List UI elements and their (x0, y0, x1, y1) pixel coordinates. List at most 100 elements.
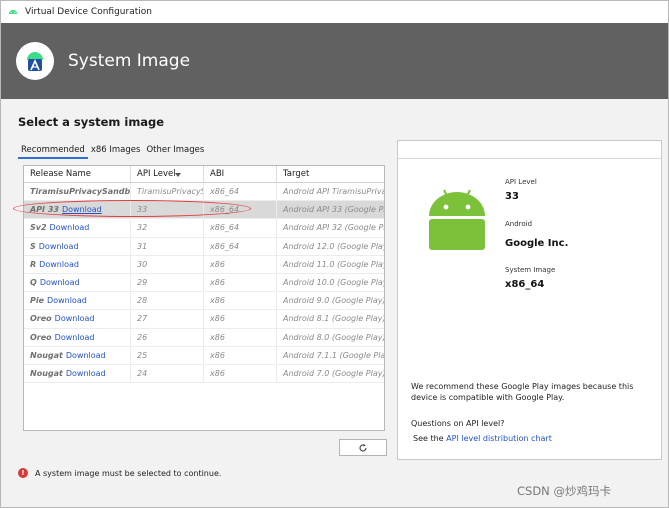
target-cell: Android 12.0 (Google Play) (283, 241, 384, 251)
table-row[interactable]: R Download 30 x86 Android 11.0 (Google Play) (24, 255, 384, 274)
api-level-cell: 30 (131, 255, 204, 273)
error-icon: ! (18, 468, 28, 478)
target-cell: Android 8.1 (Google Play) (283, 314, 384, 324)
table-header: Release Name API Level ABI Target (24, 166, 384, 183)
column-api-level[interactable]: API Level (131, 166, 204, 182)
target-cell: Android 9.0 (Google Play) (283, 296, 384, 306)
column-target[interactable]: Target (277, 166, 384, 182)
api-level-cell: 27 (131, 310, 204, 328)
detail-divider (398, 158, 661, 159)
release-name: API 33 (30, 205, 59, 215)
target-cell: Android 10.0 (Google Play) (283, 277, 384, 287)
api-level-cell: 25 (131, 346, 204, 364)
abi-cell: x86 (204, 346, 277, 364)
api-chart-line: See the API level distribution chart (413, 434, 552, 443)
release-name-cell: TiramisuPrivacySandbox (24, 183, 131, 201)
table-row[interactable]: Q Download 29 x86 Android 10.0 (Google Play) (24, 273, 384, 293)
page-heading: Select a system image (18, 115, 165, 129)
abi-cell: x86 (204, 364, 277, 383)
download-link[interactable]: Download (40, 278, 80, 287)
android-label: Android (505, 220, 533, 228)
column-release-name[interactable]: Release Name (24, 166, 131, 182)
release-name-cell: Oreo Download (24, 310, 131, 328)
image-tabs: Recommended x86 Images Other Images (18, 143, 207, 159)
release-name: Pie (30, 296, 45, 306)
table-row[interactable]: Oreo Download 26 x86 Android 8.0 (Google Pla… (24, 328, 384, 347)
download-link[interactable]: Download (39, 242, 79, 251)
release-name: Nougat (30, 368, 63, 378)
target-cell: Android API 32 (Google Play) (283, 223, 384, 233)
api-level-value: 33 (505, 191, 519, 202)
release-name: Q (30, 277, 37, 287)
download-link[interactable]: Download (55, 314, 95, 323)
release-name: Nougat (30, 350, 63, 360)
release-name-cell: Pie Download (24, 292, 131, 310)
android-studio-logo-icon (16, 42, 54, 80)
system-image-value: x86_64 (505, 279, 545, 290)
banner-title: System Image (68, 51, 191, 71)
android-studio-icon (9, 10, 17, 14)
image-detail-panel: API Level 33 Android Google Inc. System … (397, 140, 662, 460)
table-body: TiramisuPrivacySandbox TiramisuPrivacySa x… (24, 183, 384, 384)
column-api-level-label: API Level (137, 169, 176, 179)
column-abi[interactable]: ABI (204, 166, 277, 182)
target-cell: Android 7.1.1 (Google Play) (283, 350, 384, 360)
release-name: Oreo (30, 314, 52, 324)
download-link[interactable]: Download (66, 351, 106, 360)
table-row[interactable]: Pie Download 28 x86 Android 9.0 (Google Play… (24, 292, 384, 311)
abi-cell: x86_64 (204, 183, 277, 201)
target-cell: Android API 33 (Google Play) (283, 205, 384, 215)
see-the-text: See the (413, 434, 444, 443)
release-name: S (30, 241, 36, 251)
api-level-cell: 32 (131, 219, 204, 237)
api-level-cell: 29 (131, 273, 204, 292)
release-name-cell: R Download (24, 255, 131, 273)
release-name-cell: Q Download (24, 273, 131, 292)
abi-cell: x86_64 (204, 237, 277, 255)
table-row[interactable]: Sv2 Download 32 x86_64 Android API 32 (Googl… (24, 219, 384, 238)
release-name-cell: S Download (24, 237, 131, 255)
table-row[interactable]: Oreo Download 27 x86 Android 8.1 (Google Pla… (24, 310, 384, 329)
download-link[interactable]: Download (66, 369, 106, 378)
download-link[interactable]: Download (62, 205, 102, 214)
api-level-cell: 33 (131, 201, 204, 219)
system-image-label: System Image (505, 266, 556, 274)
api-level-distribution-link[interactable]: API level distribution chart (446, 434, 552, 443)
error-text: A system image must be selected to conti… (35, 468, 222, 478)
csdn-watermark: CSDN @炒鸡玛卡 (517, 484, 611, 498)
download-link[interactable]: Download (39, 260, 79, 269)
api-level-cell: 26 (131, 328, 204, 346)
table-row[interactable]: S Download 31 x86_64 Android 12.0 (Google Pl… (24, 237, 384, 256)
api-level-cell: 31 (131, 237, 204, 255)
tab-recommended[interactable]: Recommended (18, 143, 88, 159)
release-name: Oreo (30, 332, 52, 342)
refresh-button[interactable] (339, 439, 387, 456)
api-level-cell: TiramisuPrivacySa (131, 183, 204, 201)
release-name: Sv2 (30, 223, 47, 233)
table-row[interactable]: API 33 Download 33 x86_64 Android API 33 (Go… (24, 201, 384, 220)
release-name-cell: Sv2 Download (24, 219, 131, 237)
abi-cell: x86_64 (204, 219, 277, 237)
table-row[interactable]: Nougat Download 24 x86 Android 7.0 (Google P… (24, 364, 384, 384)
abi-cell: x86 (204, 310, 277, 328)
release-name-cell: Nougat Download (24, 346, 131, 364)
api-level-cell: 24 (131, 364, 204, 383)
download-link[interactable]: Download (47, 296, 87, 305)
tab-x86-images[interactable]: x86 Images (88, 143, 144, 159)
release-name: R (30, 259, 37, 269)
target-cell: Android 8.0 (Google Play) (283, 332, 384, 342)
download-link[interactable]: Download (55, 333, 95, 342)
error-message: ! A system image must be selected to con… (18, 468, 221, 478)
abi-cell: x86 (204, 328, 277, 346)
api-level-label: API Level (505, 178, 537, 186)
system-image-table: Release Name API Level ABI Target Tirami… (23, 165, 385, 431)
download-link[interactable]: Download (50, 223, 90, 232)
banner: System Image (1, 23, 668, 99)
virtual-device-configuration-window: Virtual Device Configuration System Imag… (0, 0, 669, 508)
table-row[interactable]: TiramisuPrivacySandbox TiramisuPrivacySa x… (24, 183, 384, 202)
sort-desc-icon (175, 173, 181, 177)
tab-other-images[interactable]: Other Images (143, 143, 207, 159)
table-row[interactable]: Nougat Download 25 x86 Android 7.1.1 (Google… (24, 346, 384, 365)
abi-cell: x86 (204, 292, 277, 310)
recommend-text: We recommend these Google Play images be… (411, 382, 634, 402)
